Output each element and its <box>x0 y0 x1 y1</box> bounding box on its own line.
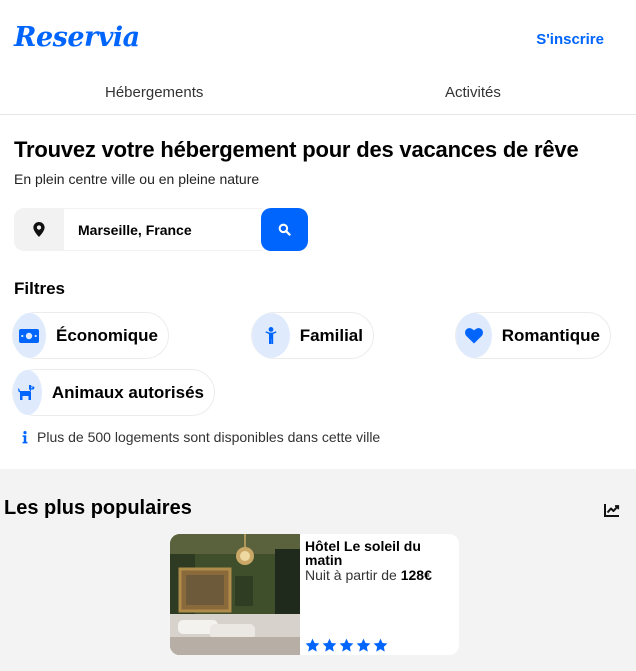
chart-line-icon[interactable] <box>604 503 620 517</box>
page-subtitle: En plein centre ville ou en pleine natur… <box>14 171 260 187</box>
rating-stars <box>305 638 388 653</box>
star-icon <box>373 638 388 652</box>
search-icon <box>278 223 291 236</box>
filter-animaux[interactable]: Animaux autorisés <box>12 369 215 416</box>
tab-activities[interactable]: Activités <box>445 84 501 101</box>
child-icon <box>252 313 290 358</box>
star-icon <box>305 638 320 652</box>
hotel-photo <box>170 534 300 655</box>
filter-label: Économique <box>55 325 158 345</box>
filter-label: Familial <box>299 325 363 345</box>
page-title: Trouvez votre hébergement pour des vacan… <box>14 137 579 162</box>
filter-label: Animaux autorisés <box>51 382 204 402</box>
price-prefix: Nuit à partir de <box>305 567 401 583</box>
filter-romantique[interactable]: Romantique <box>455 312 611 359</box>
heart-icon <box>456 313 492 358</box>
hotel-name: Hôtel Le soleil du matin <box>305 538 421 568</box>
filter-familial[interactable]: Familial <box>251 312 374 359</box>
signup-link[interactable]: S'inscrire <box>536 31 604 48</box>
popular-title: Les plus populaires <box>4 497 192 519</box>
search-bar <box>14 208 308 251</box>
header: Reservia S'inscrire <box>0 0 636 80</box>
hotel-price: Nuit à partir de 128€ <box>305 567 432 583</box>
popular-section: Les plus populaires Hôtel Le soleil du m… <box>0 469 636 671</box>
star-icon <box>339 638 354 652</box>
filter-economique[interactable]: Économique <box>12 312 169 359</box>
hotel-card[interactable]: Hôtel Le soleil du matin Nuit à partir d… <box>170 534 459 655</box>
star-icon <box>356 638 371 652</box>
tab-accommodations[interactable]: Hébergements <box>105 84 203 101</box>
filters-title: Filtres <box>14 279 66 298</box>
dog-icon <box>13 370 42 415</box>
price-value: 128€ <box>400 567 432 583</box>
nav-tabs: Hébergements Activités <box>0 80 636 115</box>
location-pin-icon <box>14 208 64 251</box>
search-input[interactable] <box>64 208 262 251</box>
search-button[interactable] <box>261 208 308 251</box>
money-icon <box>13 313 46 358</box>
logo[interactable]: Reservia <box>14 22 140 53</box>
star-icon <box>322 638 337 652</box>
info-icon <box>14 426 36 448</box>
filter-label: Romantique <box>501 325 600 345</box>
info-text: Plus de 500 logements sont disponibles d… <box>37 429 381 445</box>
availability-info: Plus de 500 logements sont disponibles d… <box>14 426 380 448</box>
